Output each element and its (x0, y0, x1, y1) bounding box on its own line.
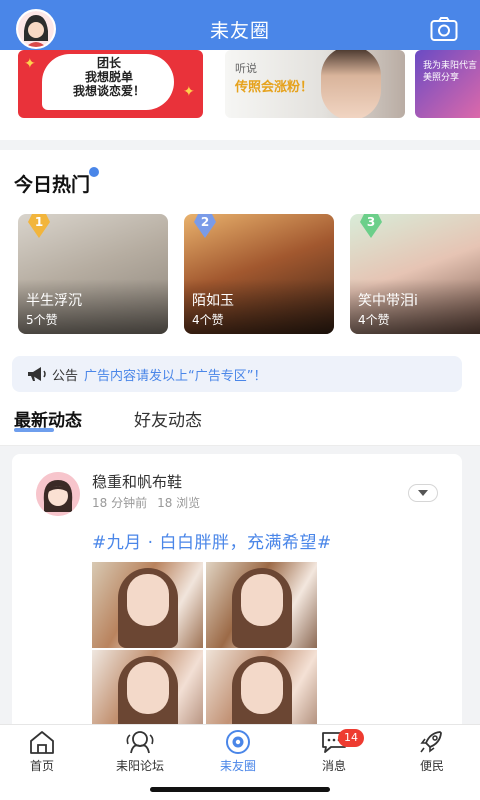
nav-label: 耒阳论坛 (115, 759, 164, 773)
card-name: 半生浮沉 (26, 293, 82, 309)
post-topic[interactable]: #九月 · 白白胖胖，充满希望# (92, 528, 332, 553)
card-likes: 4个赞 (192, 313, 224, 327)
tab-latest[interactable]: 最新动态 (14, 406, 82, 431)
banner-text: 团长 我想脱单 我想谈恋爱！ (54, 56, 164, 98)
page-title: 耒友圈 (209, 19, 270, 42)
banner-item[interactable]: 我为耒阳代言 美照分享 (415, 50, 480, 118)
card-likes: 4个赞 (358, 313, 390, 327)
nav-services[interactable]: 便民 (392, 729, 472, 775)
nav-forum[interactable]: 耒阳论坛 (100, 729, 180, 775)
app-root: 耒友圈 团长 我想脱单 我想谈恋爱！ ✦ ✦ 听说 传照会涨粉！ 我为耒阳代言 … (0, 0, 480, 800)
post-card[interactable]: 稳重和帆布鞋 18 分钟前 18 浏览 #九月 · 白白胖胖，充满希望# (12, 454, 462, 754)
rank-badge-icon: 3 (358, 214, 384, 238)
post-photo[interactable] (206, 562, 317, 648)
rank-badge-icon: 2 (192, 214, 218, 238)
nav-messages[interactable]: 14 消息 (294, 729, 374, 775)
banner-line: 我想脱单 (84, 70, 133, 84)
nav-label: 首页 (29, 759, 54, 773)
banner-line: 我为耒阳代言 (423, 61, 478, 71)
section-divider (0, 140, 480, 150)
nav-label: 消息 (321, 759, 346, 773)
banner-carousel[interactable]: 团长 我想脱单 我想谈恋爱！ ✦ ✦ 听说 传照会涨粉！ 我为耒阳代言 美照分享 (0, 50, 480, 140)
avatar[interactable] (36, 472, 80, 516)
banner-line: 我想谈恋爱！ (72, 84, 145, 98)
hot-today-section: 今日热门 1 半生浮沉 5个赞 2 陌如玉 4个赞 3 笑中带泪i 4个赞 (0, 150, 480, 350)
post-views: 18 浏览 (157, 496, 201, 510)
banner-line: 听说 (235, 62, 257, 75)
nav-label: 耒友圈 (219, 759, 256, 773)
banner-line: 传照会涨粉！ (235, 80, 314, 95)
banner-line: 团长 (96, 56, 121, 70)
notice-bar[interactable]: 公告 广告内容请发以上“广告专区”！ (12, 356, 462, 392)
notice-section: 公告 广告内容请发以上“广告专区”！ (0, 350, 480, 398)
megaphone-icon (28, 367, 46, 381)
tab-friends[interactable]: 好友动态 (134, 406, 202, 431)
hot-card[interactable]: 3 笑中带泪i 4个赞 (350, 214, 480, 334)
chevron-down-icon[interactable] (408, 484, 438, 502)
banner-item[interactable]: 团长 我想脱单 我想谈恋爱！ ✦ ✦ (18, 50, 203, 118)
nav-label: 便民 (419, 759, 444, 773)
post-time: 18 分钟前 (92, 496, 148, 510)
post-meta: 18 分钟前 18 浏览 (92, 494, 200, 511)
banner-photo (321, 50, 381, 118)
notice-label: 公告 (52, 368, 79, 384)
feed-tabs: 最新动态 好友动态 (0, 398, 480, 446)
user-avatar-icon[interactable] (16, 9, 56, 49)
sparkle-icon: ✦ (24, 56, 36, 72)
nav-home[interactable]: 首页 (2, 729, 82, 775)
hot-card[interactable]: 1 半生浮沉 5个赞 (18, 214, 168, 334)
bottom-nav: 首页 耒阳论坛 耒友圈 14 消息 便民 (0, 724, 480, 800)
rocket-icon (420, 731, 442, 753)
hot-card[interactable]: 2 陌如玉 4个赞 (184, 214, 334, 334)
card-name: 陌如玉 (192, 293, 234, 309)
rank-badge-icon: 1 (26, 214, 52, 238)
camera-icon[interactable] (430, 16, 458, 42)
accent-dot (89, 167, 99, 177)
card-likes: 5个赞 (26, 313, 58, 327)
unread-badge: 14 (338, 729, 364, 747)
moments-icon (226, 730, 250, 754)
sparkle-icon: ✦ (183, 84, 195, 100)
section-title: 今日热门 (14, 174, 91, 196)
rank-number: 1 (34, 215, 44, 229)
home-icon (30, 731, 54, 754)
feed-list: 稳重和帆布鞋 18 分钟前 18 浏览 #九月 · 白白胖胖，充满希望# (0, 446, 480, 754)
rank-number: 2 (200, 215, 210, 229)
post-username[interactable]: 稳重和帆布鞋 (92, 471, 182, 492)
card-name: 笑中带泪i (358, 293, 418, 309)
rank-number: 3 (366, 215, 376, 229)
notice-text[interactable]: 广告内容请发以上“广告专区”！ (84, 365, 266, 384)
banner-line: 美照分享 (423, 73, 460, 83)
post-photo[interactable] (92, 562, 203, 648)
banner-text: 我为耒阳代言 美照分享 (423, 60, 477, 84)
banner-item[interactable]: 听说 传照会涨粉！ (225, 50, 405, 118)
forum-icon (126, 731, 154, 754)
nav-moments[interactable]: 耒友圈 (198, 729, 278, 775)
home-indicator (150, 787, 330, 792)
